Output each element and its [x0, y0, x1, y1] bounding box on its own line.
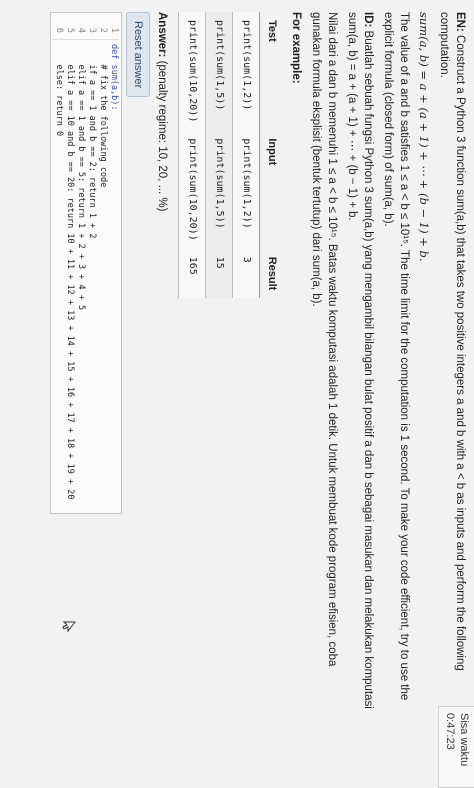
sum-formula: sum(a, b) = a + (a + 1) + ⋯ + (b − 1) + …: [417, 12, 431, 262]
examples-table: Test Input Result print(sum(1,2)) print(…: [178, 12, 284, 299]
line-number: 3: [86, 13, 97, 40]
code-text[interactable]: def sum(a,b):: [108, 44, 119, 111]
code-text[interactable]: else: return 0: [53, 44, 64, 136]
input-cell: print(sum(1,2)): [232, 130, 260, 249]
english-prompt: EN: Construct a Python 3 function sum(a,…: [436, 12, 468, 712]
result-cell: 165: [178, 248, 206, 299]
code-line[interactable]: 5 elif a == 10 and b == 20: return 10 + …: [64, 13, 75, 513]
table-row: print(sum(10,20)) print(sum(10,20)) 165: [178, 12, 206, 299]
code-line[interactable]: 1 def sum(a,b):: [108, 13, 119, 513]
col-header-result: Result: [259, 248, 284, 299]
line-number: 1: [108, 13, 119, 40]
code-text[interactable]: elif a == 10 and b == 20: return 10 + 11…: [64, 44, 75, 499]
code-text[interactable]: elif a == 1 and b == 5: return 1 + 2 + 3…: [75, 44, 86, 310]
line-number: 6: [53, 13, 64, 40]
time-remaining-label: Sisa waktu 0:47:23: [444, 713, 470, 767]
question-content: EN: Construct a Python 3 function sum(a,…: [50, 12, 468, 712]
line-number: 4: [75, 13, 86, 40]
en-label: EN:: [454, 12, 466, 32]
result-cell: 15: [205, 248, 233, 299]
id-constraint: Nilai dari a dan b memenuhi 1 ≤ a < b ≤ …: [310, 12, 338, 667]
code-text[interactable]: if a == 1 and b == 2: return 1 + 2: [86, 44, 97, 238]
id-label: ID:: [362, 12, 374, 28]
table-row: print(sum(1,2)) print(sum(1,2)) 3: [232, 12, 260, 299]
input-cell: print(sum(10,20)): [178, 130, 206, 249]
en-constraint: The value of a and b satisfies 1 ≤ a < b…: [382, 12, 410, 701]
indonesian-prompt: ID: Buatlah sebuah fungsi Python 3 sum(a…: [344, 12, 376, 712]
input-cell: print(sum(1,5)): [205, 130, 233, 249]
result-cell: 3: [232, 248, 260, 299]
answer-label: Answer:: [156, 12, 168, 58]
test-cell: print(sum(1,5)): [205, 12, 233, 131]
for-example-heading: For example:: [290, 12, 302, 84]
en-intro: Construct a Python 3 function sum(a,b) t…: [438, 12, 466, 671]
penalty-regime: (penalty regime: 10, 20, ... %): [156, 60, 168, 212]
id-intro: Buatlah sebuah fungsi Python 3 sum(a,b) …: [346, 12, 374, 709]
reset-answer-button[interactable]: Reset answer: [126, 12, 150, 98]
line-number: 2: [97, 13, 108, 40]
mouse-pointer-icon: [62, 621, 76, 633]
code-line[interactable]: 2 # fix the following code: [97, 13, 108, 513]
code-line[interactable]: 4 elif a == 1 and b == 5: return 1 + 2 +…: [75, 13, 86, 513]
code-editor[interactable]: 1 def sum(a,b): 2 # fix the following cod…: [50, 12, 122, 514]
code-text[interactable]: # fix the following code: [97, 44, 108, 187]
time-remaining-box: Sisa waktu 0:47:23: [438, 706, 474, 788]
col-header-test: Test: [259, 12, 284, 131]
test-cell: print(sum(1,2)): [232, 12, 260, 131]
test-cell: print(sum(10,20)): [178, 12, 206, 131]
answer-heading: Answer: (penalty regime: 10, 20, ... %): [154, 12, 170, 712]
quiz-page: Sisa waktu 0:47:23 EN: Construct a Pytho…: [0, 0, 474, 788]
col-header-input: Input: [259, 130, 284, 249]
table-row: print(sum(1,5)) print(sum(1,5)) 15: [205, 12, 233, 299]
code-line[interactable]: 6 else: return 0: [53, 13, 64, 513]
code-line[interactable]: 3 if a == 1 and b == 2: return 1 + 2: [86, 13, 97, 513]
line-number: 5: [64, 13, 75, 40]
